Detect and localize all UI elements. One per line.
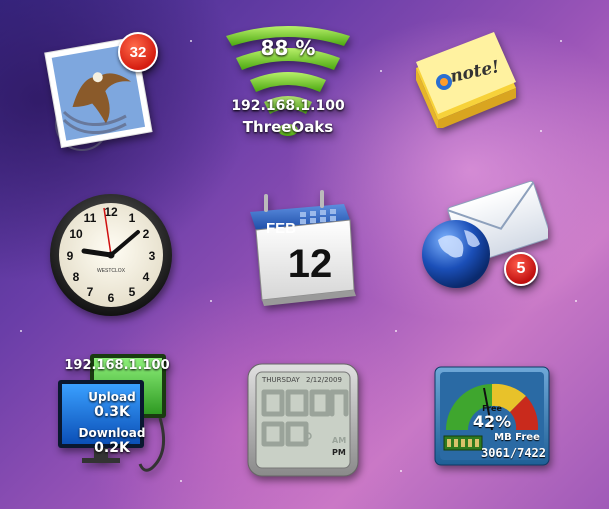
upload-label: Upload (88, 390, 136, 404)
digital-clock-date: 2/12/2009 (306, 376, 342, 384)
wifi-ip-address: 192.168.1.100 (231, 98, 345, 114)
unread-count-badge: 32 (118, 32, 158, 72)
clock-numeral-9: 9 (67, 249, 74, 263)
clock-numeral-5: 5 (129, 285, 136, 299)
calendar-widget[interactable]: FEB 12 (240, 190, 360, 308)
network-ip-address: 192.168.1.100 (64, 358, 170, 373)
signal-strength: 88 % (260, 36, 316, 60)
calendar-day: 12 (287, 242, 333, 286)
memory-gauge-widget[interactable]: Free 42% MB Free 3061/7422 (434, 366, 550, 466)
clock-numeral-8: 8 (73, 270, 80, 284)
clock-numeral-3: 3 (149, 249, 156, 263)
mail-globe-widget[interactable]: 5 (418, 170, 551, 295)
clock-brand: WESTCLOX (97, 268, 126, 274)
am-indicator: AM (332, 436, 347, 445)
digital-clock-widget[interactable]: THURSDAY 2/12/2009 AM PM (246, 362, 360, 478)
memory-free-percent: 42% (472, 412, 512, 431)
wifi-widget[interactable]: 88 % 192.168.1.100 ThreeOaks (218, 18, 358, 148)
clock-numeral-12: 12 (104, 205, 118, 219)
clock-numeral-11: 11 (84, 211, 97, 225)
clock-numeral-10: 10 (69, 227, 83, 241)
upload-value: 0.3K (94, 404, 130, 420)
clock-numeral-6: 6 (108, 291, 115, 305)
wifi-network-name: ThreeOaks (242, 118, 334, 136)
clock-numeral-7: 7 (87, 285, 94, 299)
clock-numeral-2: 2 (143, 227, 150, 241)
download-label: Download (78, 426, 146, 440)
mail-badge-count: 5 (504, 252, 538, 286)
stickies-widget[interactable]: note! (410, 28, 520, 130)
calendar-month: FEB (266, 220, 296, 237)
network-monitor-widget[interactable]: 192.168.1.100 Upload 0.3K Download 0.2K (56, 352, 186, 480)
download-value: 0.2K (94, 440, 130, 456)
clock-numeral-1: 1 (129, 211, 136, 225)
digital-clock-weekday: THURSDAY (262, 376, 300, 384)
mail-widget[interactable]: 32 (40, 32, 170, 152)
memory-values: 3061/7422 (480, 446, 546, 460)
analog-clock-widget[interactable]: 12 1 2 3 4 5 6 7 8 9 10 11 WESTCLOX (48, 192, 174, 318)
pm-indicator: PM (332, 448, 346, 457)
clock-numeral-4: 4 (143, 270, 150, 284)
mb-free-label: MB Free (494, 432, 540, 443)
analog-clock-icon: 12 1 2 3 4 5 6 7 8 9 10 11 WESTCLOX (50, 194, 172, 316)
